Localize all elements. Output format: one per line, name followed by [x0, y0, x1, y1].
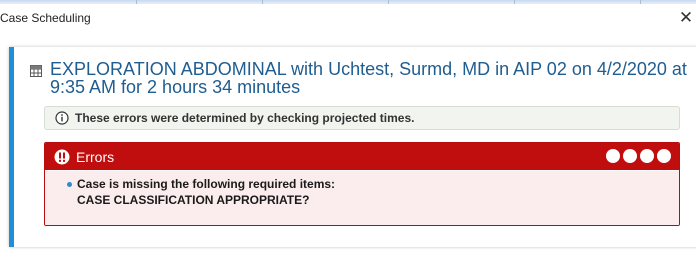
calendar-grid-icon [30, 65, 42, 77]
close-button[interactable]: ✕ [676, 7, 696, 29]
errors-panel: Errors Case is missing the following req… [44, 142, 680, 226]
error-missing-item: CASE CLASSIFICATION APPROPRIATE? [77, 193, 310, 207]
case-card: EXPLORATION ABDOMINAL with Uchtest, Surm… [9, 47, 696, 247]
indicator-dot [606, 149, 620, 163]
indicator-dot [657, 149, 671, 163]
error-indicator-dots [603, 149, 671, 163]
case-heading-line1: EXPLORATION ABDOMINAL with Uchtest, Surm… [50, 59, 687, 79]
info-banner: These errors were determined by checking… [44, 106, 680, 130]
error-exclamation-icon [54, 149, 70, 164]
info-icon [55, 111, 69, 125]
errors-header[interactable]: Errors [45, 143, 679, 170]
errors-body: Case is missing the following required i… [45, 171, 679, 225]
errors-title: Errors [76, 148, 115, 165]
indicator-dot [640, 149, 654, 163]
error-message: Case is missing the following required i… [77, 177, 336, 191]
info-text: These errors were determined by checking… [75, 111, 415, 125]
indicator-dot [623, 149, 637, 163]
case-heading-text: EXPLORATION ABDOMINAL with Uchtest, Surm… [50, 60, 687, 96]
case-heading: EXPLORATION ABDOMINAL with Uchtest, Surm… [30, 60, 690, 96]
dialog-title: Case Scheduling [0, 11, 91, 25]
dialog-titlebar: Case Scheduling ✕ [0, 4, 696, 32]
bullet-icon [67, 182, 72, 187]
case-heading-line2: 9:35 AM for 2 hours 34 minutes [50, 77, 301, 97]
